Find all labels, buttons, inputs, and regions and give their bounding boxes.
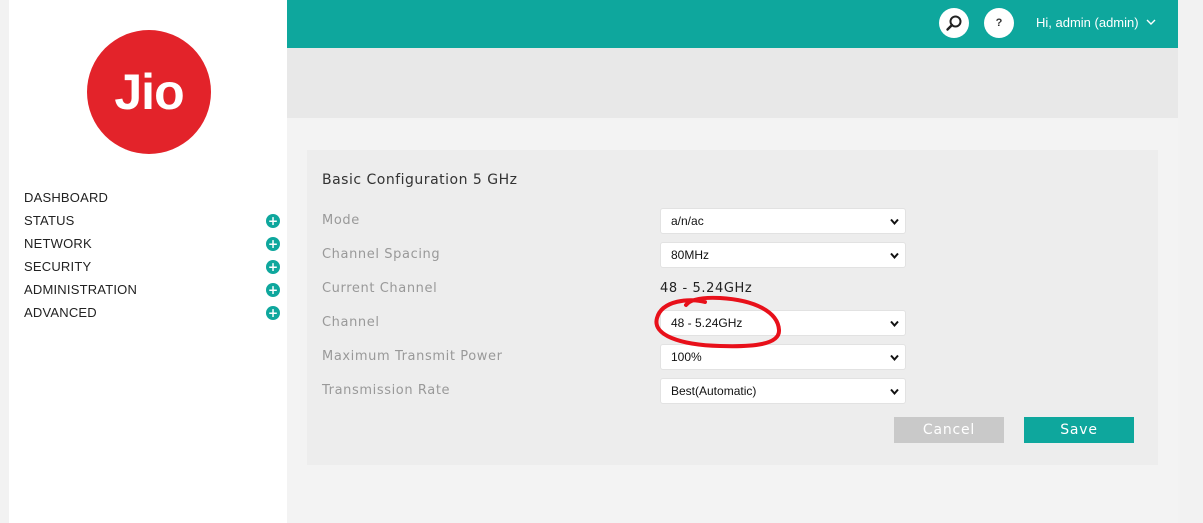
search-icon	[946, 15, 962, 31]
transmission-rate-label: Transmission Rate	[322, 383, 451, 398]
chevron-down-icon	[889, 216, 900, 227]
sub-header-bar	[287, 48, 1178, 118]
chevron-down-icon	[889, 250, 900, 261]
expand-plus-icon[interactable]: +	[266, 259, 280, 274]
expand-plus-icon[interactable]: +	[266, 236, 280, 251]
channel-spacing-label: Channel Spacing	[322, 247, 441, 262]
mode-select[interactable]: a/n/ac	[660, 208, 906, 234]
chevron-down-icon	[889, 352, 900, 363]
chevron-down-icon	[889, 318, 900, 329]
max-transmit-power-select[interactable]: 100%	[660, 344, 906, 370]
sidebar-item-label: DASHBOARD	[24, 190, 109, 205]
max-transmit-power-label: Maximum Transmit Power	[322, 349, 503, 364]
page-margin-left	[0, 0, 9, 523]
mode-value: a/n/ac	[671, 214, 704, 228]
sidebar-item-label: ADVANCED	[24, 305, 97, 320]
expand-plus-icon[interactable]: +	[266, 213, 280, 228]
sidebar-item-label: NETWORK	[24, 236, 92, 251]
cancel-button[interactable]: Cancel	[894, 417, 1004, 443]
help-button[interactable]: ?	[984, 8, 1014, 38]
sidebar-item-dashboard[interactable]: DASHBOARD	[24, 186, 280, 209]
mode-label: Mode	[322, 213, 360, 228]
sidebar-nav: DASHBOARD STATUS + NETWORK + SECURITY + …	[24, 186, 280, 324]
save-button[interactable]: Save	[1024, 417, 1134, 443]
current-channel-value: 48 - 5.24GHz	[660, 281, 753, 296]
sidebar-item-administration[interactable]: ADMINISTRATION +	[24, 278, 280, 301]
sidebar-item-label: STATUS	[24, 213, 75, 228]
chevron-down-icon	[889, 386, 900, 397]
transmission-rate-select[interactable]: Best(Automatic)	[660, 378, 906, 404]
sidebar-item-security[interactable]: SECURITY +	[24, 255, 280, 278]
jio-logo[interactable]: Jio	[87, 30, 211, 154]
channel-spacing-select[interactable]: 80MHz	[660, 242, 906, 268]
channel-value: 48 - 5.24GHz	[671, 316, 743, 330]
user-greeting: Hi, admin (admin)	[1036, 15, 1139, 30]
search-button[interactable]	[939, 8, 969, 38]
transmission-rate-value: Best(Automatic)	[671, 384, 757, 398]
sidebar-item-status[interactable]: STATUS +	[24, 209, 280, 232]
sidebar-item-label: SECURITY	[24, 259, 92, 274]
sidebar: Jio DASHBOARD STATUS + NETWORK + SECURIT…	[9, 0, 287, 523]
chevron-down-icon	[1146, 19, 1156, 26]
panel-title: Basic Configuration 5 GHz	[322, 172, 518, 188]
sidebar-item-label: ADMINISTRATION	[24, 282, 138, 297]
expand-plus-icon[interactable]: +	[266, 305, 280, 320]
user-menu[interactable]: Hi, admin (admin)	[1036, 15, 1156, 30]
channel-label: Channel	[322, 315, 380, 330]
basic-config-panel: Basic Configuration 5 GHz Mode a/n/ac Ch…	[307, 150, 1158, 465]
top-header-bar: ? Hi, admin (admin)	[287, 0, 1178, 48]
channel-spacing-value: 80MHz	[671, 248, 710, 262]
channel-select[interactable]: 48 - 5.24GHz	[660, 310, 906, 336]
current-channel-label: Current Channel	[322, 281, 438, 296]
page-margin-right	[1178, 0, 1203, 523]
sidebar-item-advanced[interactable]: ADVANCED +	[24, 301, 280, 324]
sidebar-item-network[interactable]: NETWORK +	[24, 232, 280, 255]
main-content: Basic Configuration 5 GHz Mode a/n/ac Ch…	[287, 118, 1178, 523]
expand-plus-icon[interactable]: +	[266, 282, 280, 297]
max-transmit-power-value: 100%	[671, 350, 702, 364]
